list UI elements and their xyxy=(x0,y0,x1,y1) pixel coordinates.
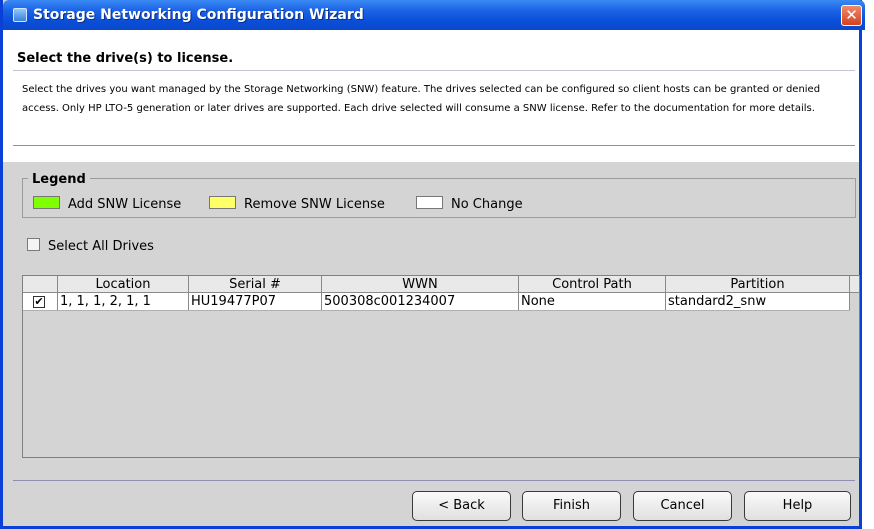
select-all-label: Select All Drives xyxy=(48,239,154,254)
header-corner xyxy=(850,276,859,293)
back-button[interactable]: < Back xyxy=(412,491,511,521)
legend-add: Add SNW License xyxy=(33,196,182,212)
app-icon xyxy=(13,8,27,22)
step-title: Select the drive(s) to license. xyxy=(17,51,234,66)
step-description: Select the drives you want managed by th… xyxy=(22,84,821,114)
remove-license-swatch xyxy=(209,196,236,209)
cell-partition: standard2_snw xyxy=(666,293,850,310)
legend-no-change: No Change xyxy=(416,196,523,212)
cell-control-path: None xyxy=(519,293,666,310)
cell-serial: HU19477P07 xyxy=(189,293,322,310)
legend-remove: Remove SNW License xyxy=(209,196,385,212)
column-header-serial[interactable]: Serial # xyxy=(189,276,322,293)
add-license-swatch xyxy=(33,196,60,209)
column-header-location[interactable]: Location xyxy=(58,276,189,293)
cell-location: 1, 1, 1, 2, 1, 1 xyxy=(58,293,189,310)
finish-button[interactable]: Finish xyxy=(522,491,621,521)
cancel-button[interactable]: Cancel xyxy=(633,491,732,521)
legend-add-label: Add SNW License xyxy=(68,197,182,212)
cell-wwn: 500308c001234007 xyxy=(322,293,519,310)
select-all-drives[interactable]: Select All Drives xyxy=(27,238,154,254)
footer-divider xyxy=(13,480,855,481)
title-bar[interactable]: Storage Networking Configuration Wizard … xyxy=(3,0,865,30)
column-header-select[interactable] xyxy=(23,276,58,293)
column-header-control-path[interactable]: Control Path xyxy=(519,276,666,293)
no-change-swatch xyxy=(416,196,443,209)
row-checkbox[interactable]: ✔ xyxy=(33,296,45,308)
drives-table: Location Serial # WWN Control Path Parti… xyxy=(22,275,860,458)
row-select-cell[interactable]: ✔ xyxy=(23,293,58,310)
table-row[interactable]: ✔ 1, 1, 1, 2, 1, 1 HU19477P07 500308c001… xyxy=(23,293,850,311)
legend-remove-label: Remove SNW License xyxy=(244,197,385,212)
column-header-wwn[interactable]: WWN xyxy=(322,276,519,293)
header-divider xyxy=(13,70,855,71)
legend-no-change-label: No Change xyxy=(451,197,523,212)
help-button[interactable]: Help xyxy=(744,491,851,521)
column-header-partition[interactable]: Partition xyxy=(666,276,850,293)
close-button[interactable]: ✕ xyxy=(841,5,862,26)
window-title: Storage Networking Configuration Wizard xyxy=(33,7,364,23)
legend-title: Legend xyxy=(28,172,90,187)
select-all-checkbox[interactable] xyxy=(27,238,40,251)
header-bottom-divider xyxy=(13,145,855,146)
